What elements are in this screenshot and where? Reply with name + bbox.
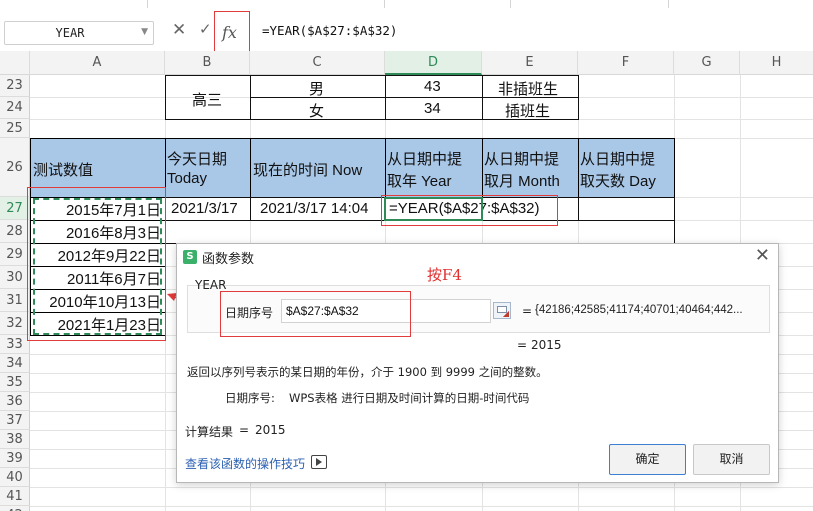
row-header-29[interactable]: 29 (0, 243, 30, 266)
column-header-f[interactable]: F (578, 51, 674, 75)
arg-evaluated-value: {42186;42585;41174;40701;40464;442... (535, 304, 743, 316)
now-cell[interactable]: 2021/3/17 14:04 (250, 197, 386, 221)
cancel-button[interactable]: 取消 (693, 444, 770, 475)
header-text: 现在的时间 Now (253, 162, 363, 179)
dialog-title: 函数参数 (202, 252, 255, 267)
name-box-dropdown-icon[interactable]: ▼ (141, 27, 148, 37)
row-header-41[interactable]: 41 (0, 487, 30, 506)
calc-result-value: 2015 (255, 423, 286, 437)
annotation-note: 按F4 (427, 266, 462, 284)
header-text-line1: 今天日期 (167, 151, 228, 168)
header-text-line2: 取月 Month (484, 173, 560, 190)
header-text-line2: 取天数 Day (580, 173, 656, 190)
row-header-36[interactable]: 36 (0, 392, 30, 411)
annotation-box-dates (27, 187, 166, 341)
header-text-line2: 取年 Year (387, 173, 452, 190)
collapse-dialog-button[interactable]: ◢ (493, 302, 511, 319)
insert-function-button[interactable]: fx (214, 11, 250, 55)
row-header-35[interactable]: 35 (0, 373, 30, 392)
row-header-26[interactable]: 26 (0, 138, 30, 197)
header-text: 测试数值 (33, 162, 94, 179)
day-cell[interactable] (578, 197, 675, 221)
header-text-line1: 从日期中提 (387, 151, 463, 168)
param-description: WPS表格 进行日期及时间计算的日期-时间代码 (289, 391, 530, 405)
check-icon[interactable]: ✓ (199, 20, 212, 38)
annotation-box-formula (381, 195, 558, 226)
header-cell-year[interactable]: 从日期中提 取年 Year (385, 138, 483, 198)
row-header-42[interactable]: 42 (0, 506, 30, 511)
type-text: 插班生 (505, 103, 551, 120)
row-header-33[interactable]: 33 (0, 335, 30, 354)
header-text-line1: 从日期中提 (580, 151, 656, 168)
header-cell-month[interactable]: 从日期中提 取月 Month (482, 138, 579, 198)
wps-logo-icon: S (183, 250, 197, 264)
gender-text: 男 (309, 81, 325, 98)
count-text: 43 (424, 78, 441, 95)
row-header-37[interactable]: 37 (0, 411, 30, 430)
row-header-39[interactable]: 39 (0, 449, 30, 468)
today-text: 2021/3/17 (171, 200, 238, 217)
calc-result-label: 计算结果 (185, 425, 234, 439)
today-cell[interactable]: 2021/3/17 (165, 197, 251, 221)
param-description-label: 日期序号: (225, 391, 275, 405)
row-header-32[interactable]: 32 (0, 312, 30, 335)
spreadsheet-window: YEAR ▼ ✕ ✓ fx =YEAR($A$27:$A$32) A B C D… (0, 0, 813, 511)
arg-equals: = (522, 304, 533, 318)
row-header-30[interactable]: 30 (0, 266, 30, 289)
row-header-25[interactable]: 25 (0, 119, 30, 138)
row-header-38[interactable]: 38 (0, 430, 30, 449)
header-cell-now[interactable]: 现在的时间 Now (250, 138, 386, 198)
result-value: 2015 (531, 338, 562, 352)
name-box-value: YEAR (55, 26, 85, 40)
name-box[interactable]: YEAR ▼ (4, 21, 154, 45)
header-text-line2: Today (167, 170, 208, 187)
function-arguments-dialog: S 函数参数 ✕ YEAR 日期序号 ◢ = {42186;42585;4117… (176, 243, 779, 483)
annotation-box-argument (220, 291, 411, 337)
header-cell-day[interactable]: 从日期中提 取天数 Day (578, 138, 675, 198)
count-text: 34 (424, 100, 441, 117)
cancel-icon[interactable]: ✕ (172, 20, 186, 40)
gender-cell-male[interactable]: 男 (250, 75, 386, 98)
function-description: 返回以序列号表示的某日期的年份，介于 1900 到 9999 之间的整数。 (187, 365, 548, 379)
fx-icon: fx (222, 23, 237, 42)
top-strip (0, 0, 813, 8)
row-header-24[interactable]: 24 (0, 97, 30, 119)
row-header-40[interactable]: 40 (0, 468, 30, 487)
ok-button[interactable]: 确定 (609, 444, 686, 475)
row-header-28[interactable]: 28 (0, 220, 30, 243)
column-header-d[interactable]: D (385, 51, 482, 75)
gender-text: 女 (309, 103, 325, 120)
type-cell-female[interactable]: 插班生 (482, 97, 579, 120)
function-name: YEAR (195, 278, 227, 292)
dialog-titlebar[interactable]: S 函数参数 ✕ (177, 244, 778, 270)
row-header-34[interactable]: 34 (0, 354, 30, 373)
close-icon[interactable]: ✕ (755, 245, 770, 266)
column-header-h[interactable]: H (740, 51, 813, 75)
type-cell-male[interactable]: 非插班生 (482, 75, 579, 98)
column-header-b[interactable]: B (165, 51, 250, 75)
now-text: 2021/3/17 14:04 (260, 200, 369, 217)
select-all-corner[interactable] (0, 51, 30, 75)
function-tips-link[interactable]: 查看该函数的操作技巧 (185, 455, 305, 472)
count-cell-male[interactable]: 43 (385, 75, 483, 98)
header-cell-today[interactable]: 今天日期 Today (165, 138, 251, 198)
video-play-icon[interactable] (311, 455, 327, 469)
calc-result-equals: = (239, 423, 250, 437)
formula-input[interactable]: =YEAR($A$27:$A$32) (262, 23, 397, 38)
row-header-27[interactable]: 27 (0, 197, 30, 220)
column-header-g[interactable]: G (674, 51, 740, 75)
column-header-e[interactable]: E (482, 51, 578, 75)
row-header-31[interactable]: 31 (0, 289, 30, 312)
column-headers: A B C D E F G H (0, 51, 813, 75)
count-cell-female[interactable]: 34 (385, 97, 483, 120)
result-equals: = (517, 338, 528, 352)
row-header-23[interactable]: 23 (0, 75, 30, 97)
column-header-a[interactable]: A (30, 51, 165, 75)
column-header-c[interactable]: C (250, 51, 385, 75)
header-text-line1: 从日期中提 (484, 151, 560, 168)
type-text: 非插班生 (498, 81, 559, 98)
grade-cell[interactable]: 高三 (165, 75, 251, 120)
grade-text: 高三 (192, 92, 223, 109)
gender-cell-female[interactable]: 女 (250, 97, 386, 120)
